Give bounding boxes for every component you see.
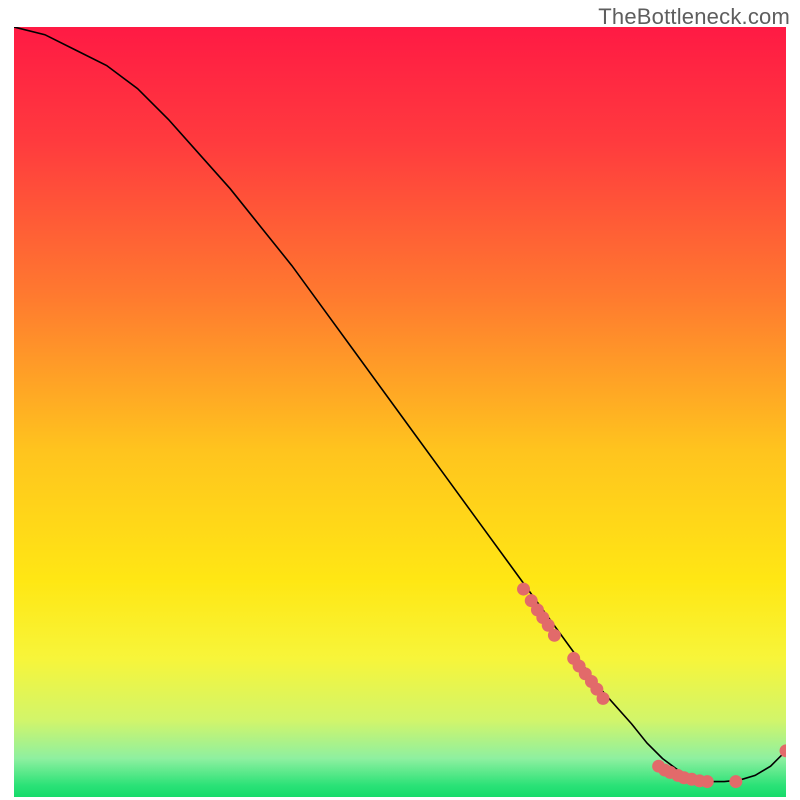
gradient-background: [14, 27, 786, 797]
data-point: [597, 692, 609, 704]
data-point: [518, 583, 530, 595]
chart-plot: [13, 26, 787, 798]
data-point: [701, 776, 713, 788]
watermark-text: TheBottleneck.com: [598, 4, 790, 30]
data-point: [548, 629, 560, 641]
data-point: [730, 776, 742, 788]
chart-container: TheBottleneck.com: [0, 0, 800, 800]
data-point: [780, 745, 787, 757]
